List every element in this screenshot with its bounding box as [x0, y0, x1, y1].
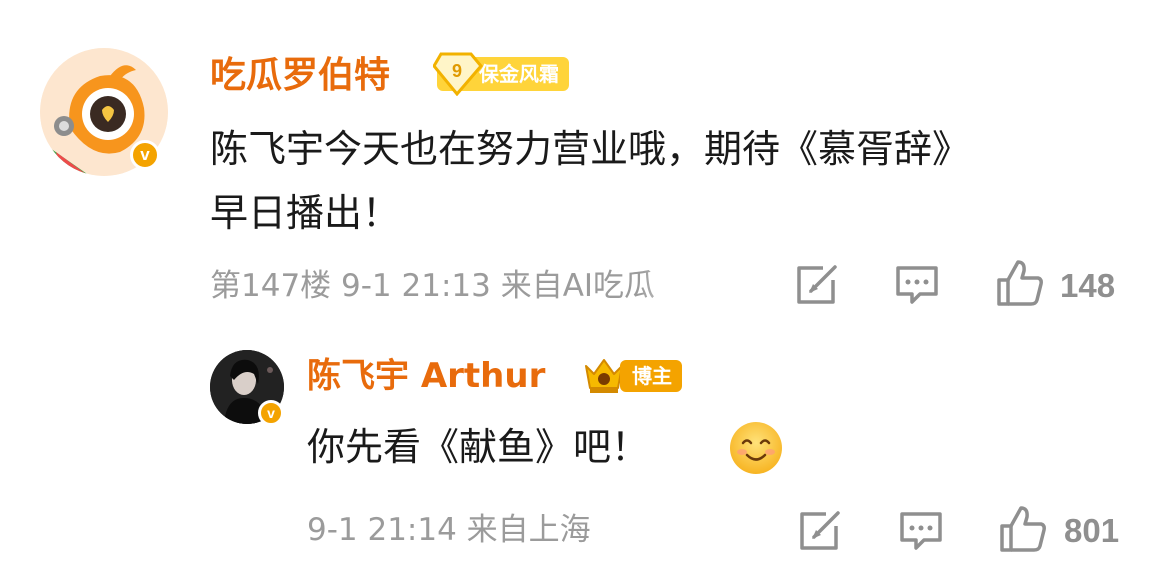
reply-item: v 陈飞宇 Arthur 博主 你先看《献鱼》吧！ 9-1 21:14 来自上海 — [0, 330, 1170, 585]
meta-fade — [640, 262, 740, 308]
like-count: 148 — [1060, 267, 1116, 304]
comment-icon[interactable] — [898, 510, 944, 552]
diamond-level-icon: 9 — [433, 52, 483, 96]
verified-badge-icon: v — [258, 400, 284, 426]
comment-text-line-1: 陈飞宇今天也在努力营业哦，期待《慕胥辞》 — [210, 127, 971, 171]
fan-badge-label: 保金风霜 — [479, 62, 559, 86]
fan-badge-level: 9 — [452, 61, 462, 81]
reply-meta: 9-1 21:14 来自上海 — [307, 512, 591, 548]
reply-text: 你先看《献鱼》吧！ — [307, 425, 650, 469]
like-icon[interactable] — [998, 504, 1048, 554]
host-badge-label: 博主 — [632, 364, 672, 388]
like-count: 801 — [1064, 512, 1120, 549]
smile-emoji-icon — [730, 422, 782, 474]
host-badge[interactable]: 博主 — [620, 360, 682, 392]
comment-meta: 第147楼 9-1 21:13 来自AI吃瓜 — [210, 268, 656, 304]
repost-icon[interactable] — [798, 510, 842, 552]
repost-icon[interactable] — [795, 264, 839, 306]
verified-badge-icon: v — [130, 140, 160, 170]
like-icon[interactable] — [995, 258, 1045, 308]
comment-item: v 吃瓜罗伯特 保金风霜 9 陈飞宇今天也在努力营业哦，期待《慕胥辞》 早日播出… — [0, 0, 1170, 320]
comment-icon[interactable] — [894, 264, 940, 306]
comment-text-line-2: 早日播出！ — [210, 191, 401, 235]
username[interactable]: 吃瓜罗伯特 — [210, 55, 390, 97]
username[interactable]: 陈飞宇 Arthur — [307, 355, 545, 397]
